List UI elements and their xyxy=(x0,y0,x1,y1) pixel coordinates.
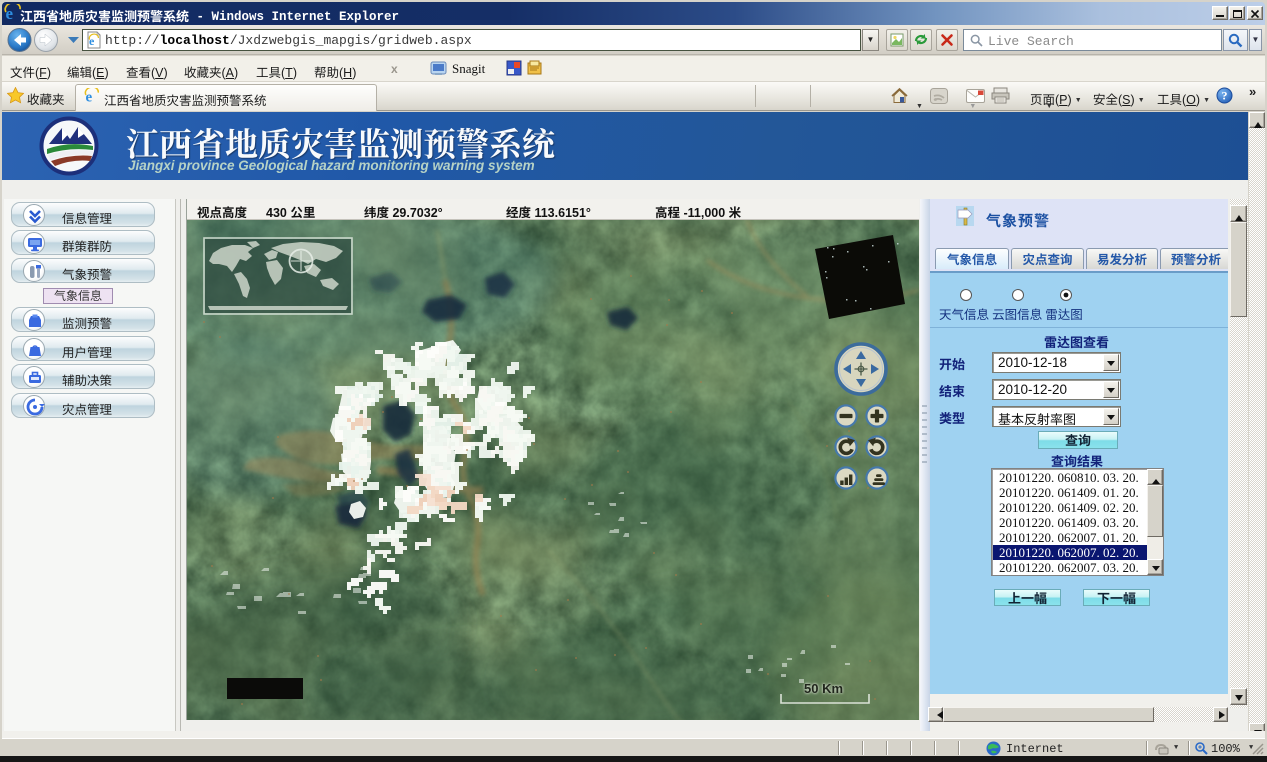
svg-text:e: e xyxy=(86,90,93,105)
svg-text:?: ? xyxy=(1222,89,1228,103)
